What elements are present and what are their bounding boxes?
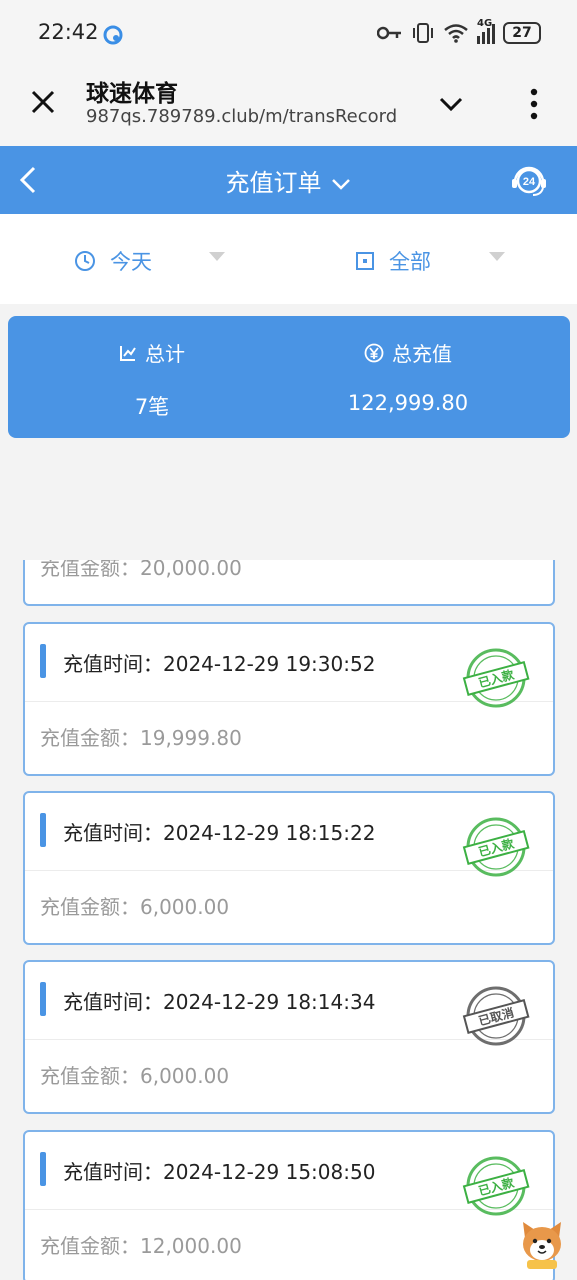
- chevron-down-icon: [331, 179, 350, 190]
- caret-down-icon: [489, 252, 505, 261]
- clock-icon: [75, 251, 95, 271]
- summary-count-label: 总计: [145, 342, 185, 366]
- order-card[interactable]: 充值时间：2024-12-29 18:14:34 已取消 充值金额：6,000.…: [23, 960, 555, 1114]
- more-vert-icon[interactable]: [522, 86, 546, 122]
- summary-count-value: 7笔: [134, 395, 170, 419]
- browser-page-title: 球速体育: [86, 81, 178, 107]
- network-type-label: 4G: [477, 18, 493, 29]
- order-amount: 充值金额：6,000.00: [40, 1064, 230, 1088]
- status-bar: 22:42 4G 27: [0, 0, 577, 68]
- summary-amount-label: 总充值: [392, 342, 452, 366]
- page-title: 充值订单: [225, 169, 322, 197]
- status-filter-label: 全部: [389, 250, 431, 274]
- yen-icon: [364, 343, 384, 362]
- summary-amount: 总充值 122,999.80: [298, 338, 518, 415]
- status-time: 22:42: [38, 20, 99, 44]
- trend-icon: [120, 345, 136, 361]
- order-time: 充值时间：2024-12-29 18:14:34: [63, 990, 376, 1014]
- card-accent-bar: [40, 982, 46, 1016]
- order-time: 充值时间：2024-12-29 15:08:50: [63, 1160, 376, 1184]
- order-amount: 充值金额：6,000.00: [40, 895, 230, 919]
- order-time: 充值时间：2024-12-29 19:30:52: [63, 652, 376, 676]
- filter-bar: 今天 全部: [0, 214, 577, 304]
- wifi-icon: [444, 24, 468, 43]
- vibrate-icon: [413, 23, 433, 43]
- order-amount: 充值金额：19,999.80: [40, 726, 242, 750]
- order-card[interactable]: 充值时间：2024-12-29 18:15:22 已入款 充值金额：6,000.…: [23, 791, 555, 945]
- card-accent-bar: [40, 813, 46, 847]
- summary-amount-value: 122,999.80: [347, 391, 469, 415]
- order-time: 充值时间：2024-12-29 18:15:22: [63, 821, 376, 845]
- order-card[interactable]: 充值时间：2024-12-29 15:08:50 已入款 充值金额：12,000…: [23, 1130, 555, 1280]
- chevron-down-icon[interactable]: [437, 90, 465, 118]
- order-amount: 充值金额：20,000.00: [40, 560, 242, 580]
- order-amount: 充值金额：12,000.00: [40, 1234, 242, 1258]
- browser-url[interactable]: 987qs.789789.club/m/transRecord: [86, 106, 406, 127]
- card-accent-bar: [40, 644, 46, 678]
- order-card[interactable]: 充值金额：20,000.00: [23, 560, 555, 606]
- date-filter[interactable]: 今天: [74, 246, 152, 276]
- caret-down-icon: [209, 252, 225, 261]
- order-card[interactable]: 充值时间：2024-12-29 19:30:52 已入款 充值金额：19,999…: [23, 622, 555, 776]
- support-badge: 24: [523, 176, 536, 188]
- close-icon[interactable]: [27, 86, 59, 118]
- signal-icon: 4G: [477, 18, 495, 44]
- summary-count: 总计 7笔: [42, 338, 262, 421]
- card-accent-bar: [40, 1152, 46, 1186]
- vpn-key-icon: [377, 26, 401, 40]
- cancelled-stamp-icon: 已取消: [462, 986, 530, 1046]
- app-notification-icon: [103, 25, 123, 45]
- paid-stamp-icon: 已入款: [462, 648, 530, 708]
- paid-stamp-icon: 已入款: [462, 817, 530, 877]
- summary-card: 总计 7笔 总充值 122,999.80: [8, 316, 570, 438]
- support-headset-icon[interactable]: 24: [509, 160, 549, 200]
- date-filter-label: 今天: [110, 250, 152, 274]
- battery-icon: 27: [503, 22, 541, 44]
- filter-icon: [356, 252, 374, 270]
- dog-mascot-icon[interactable]: [519, 1218, 565, 1270]
- page-title-dropdown[interactable]: 充值订单: [0, 163, 577, 198]
- browser-toolbar: 球速体育 987qs.789789.club/m/transRecord: [0, 68, 577, 146]
- page-header: 充值订单 24: [0, 146, 577, 214]
- status-filter[interactable]: 全部: [355, 246, 431, 276]
- order-list[interactable]: 充值金额：20,000.00 充值时间：2024-12-29 19:30:52 …: [0, 560, 577, 1280]
- paid-stamp-icon: 已入款: [462, 1156, 530, 1216]
